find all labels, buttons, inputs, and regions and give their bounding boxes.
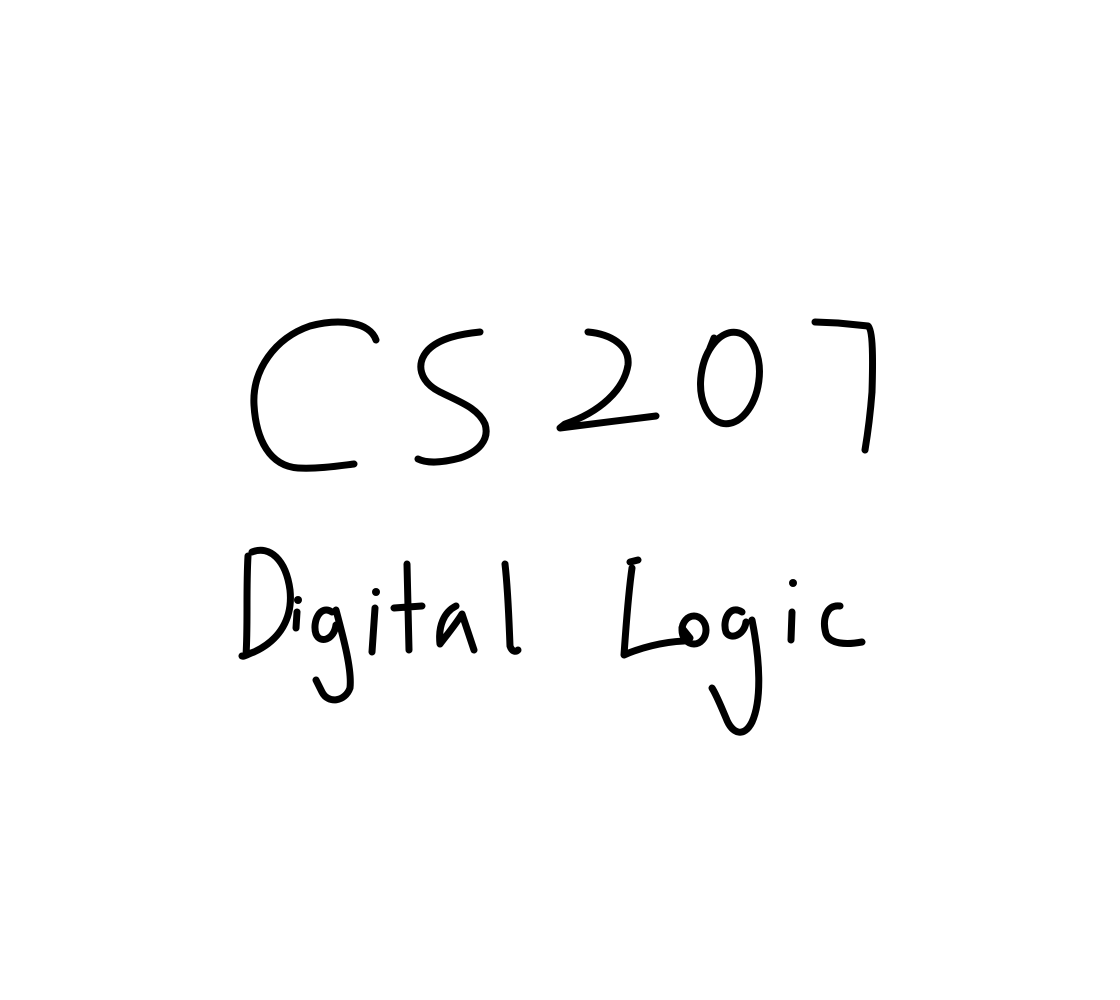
subtitle-letter-i-3 xyxy=(787,608,796,644)
subtitle-i3-dot xyxy=(789,579,797,587)
subtitle-letter-i xyxy=(292,608,301,632)
subtitle-i2-dot xyxy=(372,588,380,596)
subtitle-letter-d xyxy=(238,546,294,660)
subtitle-letter-a xyxy=(436,602,478,654)
subtitle-letter-c xyxy=(821,602,866,647)
handwritten-slide: CS207 Digital Logic xyxy=(0,0,1120,1000)
subtitle-letter-t xyxy=(390,560,426,654)
subtitle-letter-i-2 xyxy=(368,604,379,656)
subtitle-letter-L xyxy=(620,556,688,659)
handwritten-subtitle xyxy=(238,546,866,736)
handwriting-ink xyxy=(238,318,877,736)
subtitle-letter-g xyxy=(311,606,354,704)
title-letter-c xyxy=(250,318,380,472)
subtitle-letter-l xyxy=(501,560,522,655)
title-digit-0-tail xyxy=(706,334,718,352)
subtitle-letter-g-2 xyxy=(708,606,763,736)
title-digit-0 xyxy=(697,328,763,428)
subtitle-i-dot xyxy=(294,596,302,604)
title-digit-7 xyxy=(811,318,877,454)
title-letter-s xyxy=(414,328,490,466)
title-digit-2 xyxy=(556,328,660,432)
handwritten-title xyxy=(250,318,877,472)
